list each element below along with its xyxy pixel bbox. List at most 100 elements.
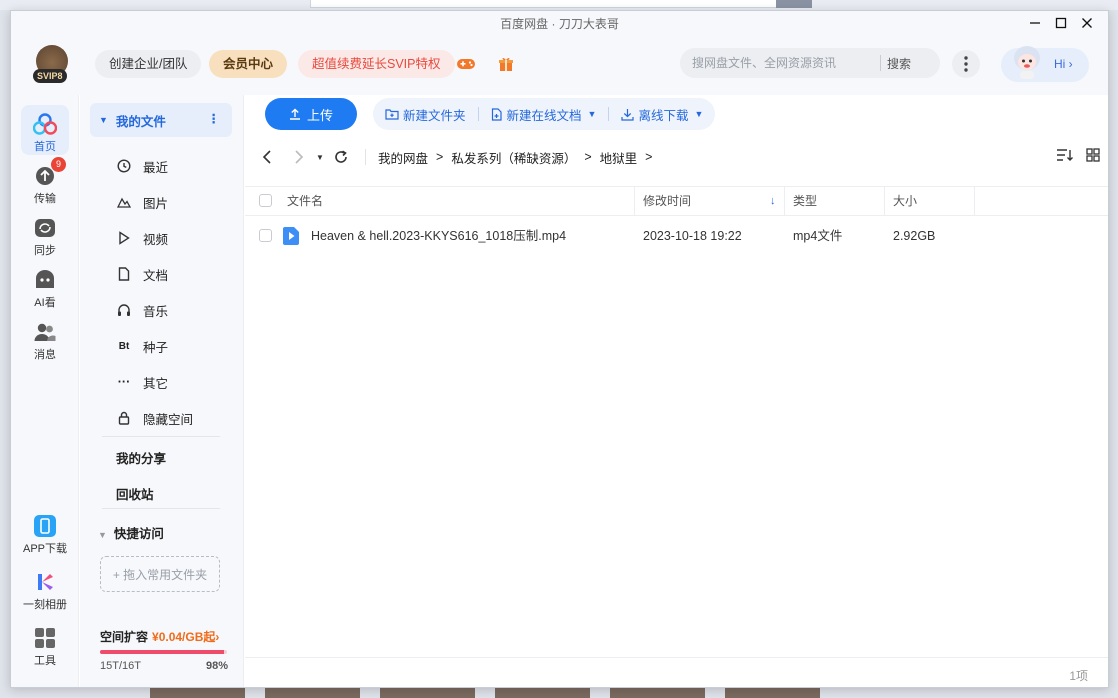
quick-access-header[interactable]: ▼ 快捷访问 bbox=[98, 523, 164, 542]
create-team-button[interactable]: 创建企业/团队 bbox=[95, 50, 202, 78]
rail-label-app-download: APP下载 bbox=[22, 543, 67, 555]
sidebar-item-my-share[interactable]: 我的分享 bbox=[116, 448, 166, 467]
toolbar-actions: 新建文件夹 新建在线文档 ▼ 离线下载 ▼ bbox=[373, 98, 716, 130]
refresh-icon bbox=[335, 150, 347, 163]
close-button[interactable] bbox=[1076, 13, 1098, 33]
avatar[interactable]: SVIP8 bbox=[31, 45, 73, 83]
sidebar-item-others[interactable]: ··· 其它 bbox=[116, 365, 168, 399]
clock-icon bbox=[116, 158, 132, 174]
column-divider bbox=[784, 187, 785, 216]
search-box: 搜索 bbox=[680, 48, 940, 78]
sidebar-item-recent[interactable]: 最近 bbox=[116, 149, 168, 183]
header-name[interactable]: 文件名 bbox=[287, 187, 323, 216]
upload-button[interactable]: 上传 bbox=[265, 98, 357, 130]
play-icon bbox=[116, 230, 132, 246]
ai-watch-icon bbox=[32, 267, 58, 293]
rail-item-ai[interactable]: AI看 bbox=[11, 267, 79, 310]
history-dropdown-button[interactable]: ▼ bbox=[313, 145, 327, 169]
maximize-button[interactable] bbox=[1050, 13, 1072, 33]
svip-promo-button[interactable]: 超值续费延长SVIP特权 bbox=[298, 50, 455, 78]
select-all-checkbox[interactable] bbox=[259, 187, 272, 216]
sidebar-item-documents[interactable]: 文档 bbox=[116, 257, 168, 291]
transfer-icon: 9 bbox=[32, 157, 66, 189]
storage-progress-bar bbox=[100, 650, 227, 654]
minimize-button[interactable] bbox=[1024, 13, 1046, 33]
my-files-more-icon[interactable]: ⋮ bbox=[208, 111, 221, 126]
storage-used: 15T/16T bbox=[100, 660, 141, 672]
new-folder-button[interactable]: 新建文件夹 bbox=[385, 105, 466, 124]
table-row[interactable]: Heaven & hell.2023-KKYS616_1018压制.mp4 20… bbox=[245, 221, 1108, 251]
column-divider bbox=[634, 187, 635, 216]
header-modified[interactable]: 修改时间 bbox=[643, 187, 691, 216]
chevron-right-icon bbox=[295, 150, 304, 164]
search-input[interactable] bbox=[680, 56, 880, 70]
breadcrumb-item-root[interactable]: 我的网盘 bbox=[378, 148, 428, 167]
sidebar-item-recycle-bin[interactable]: 回收站 bbox=[116, 484, 154, 503]
caret-down-icon: ▼ bbox=[587, 109, 597, 119]
drop-folder-zone[interactable]: + 拖入常用文件夹 bbox=[100, 556, 220, 592]
grid-view-icon[interactable] bbox=[1086, 148, 1100, 162]
sidebar-label-videos: 视频 bbox=[143, 232, 169, 247]
breadcrumb-item-current[interactable]: 地狱里 bbox=[600, 148, 638, 167]
view-controls bbox=[1056, 148, 1100, 162]
sidebar-item-hidden-space[interactable]: 隐藏空间 bbox=[116, 401, 193, 435]
rail-label-album: 一刻相册 bbox=[23, 599, 67, 611]
new-online-doc-button[interactable]: 新建在线文档 ▼ bbox=[491, 105, 597, 124]
window-title: 百度网盘 · 刀刀大表哥 bbox=[500, 16, 619, 31]
rail-label-home: 首页 bbox=[34, 141, 56, 153]
search-button[interactable]: 搜索 bbox=[881, 55, 911, 72]
mascot-icon bbox=[1014, 46, 1040, 79]
sidebar-label-music: 音乐 bbox=[143, 304, 169, 319]
offline-download-button[interactable]: 离线下载 ▼ bbox=[621, 105, 703, 124]
forward-button[interactable] bbox=[287, 145, 311, 169]
sidebar-item-torrents[interactable]: Bt 种子 bbox=[116, 329, 168, 363]
assistant-button[interactable]: Hi › bbox=[1001, 46, 1089, 82]
rail-item-tools[interactable]: 工具 bbox=[11, 625, 79, 668]
breadcrumb-item-folder[interactable]: 私发系列（稀缺资源） bbox=[451, 148, 576, 167]
gift-icon[interactable] bbox=[495, 53, 517, 75]
storage-progress-fill bbox=[100, 650, 225, 654]
grid-apps-icon bbox=[32, 625, 58, 651]
back-button[interactable] bbox=[255, 145, 279, 169]
gamepad-icon[interactable] bbox=[455, 53, 477, 75]
sidebar-item-music[interactable]: 音乐 bbox=[116, 293, 168, 327]
transfer-badge: 9 bbox=[51, 157, 66, 172]
rail-item-transfer[interactable]: 9 传输 bbox=[11, 157, 79, 206]
sidebar-label-torrents: 种子 bbox=[143, 340, 169, 355]
file-name[interactable]: Heaven & hell.2023-KKYS616_1018压制.mp4 bbox=[311, 221, 566, 251]
sidebar-item-images[interactable]: 图片 bbox=[116, 185, 168, 219]
rail-label-tools: 工具 bbox=[34, 655, 56, 667]
sort-list-icon[interactable] bbox=[1056, 148, 1074, 162]
sidebar-label-hidden-space: 隐藏空间 bbox=[143, 412, 194, 427]
rail-item-sync[interactable]: 同步 bbox=[11, 215, 79, 258]
rail-item-album[interactable]: 一刻相册 bbox=[11, 569, 79, 612]
sidebar-item-my-files[interactable]: ▼ 我的文件 ⋮ bbox=[90, 103, 232, 137]
header-size[interactable]: 大小 bbox=[893, 187, 917, 216]
sidebar-item-videos[interactable]: 视频 bbox=[116, 221, 168, 255]
app-window: 百度网盘 · 刀刀大表哥 SVIP8 创建企业/团队 会员中心 超值续费延长SV… bbox=[10, 10, 1109, 688]
breadcrumb-separator: > bbox=[645, 150, 653, 164]
storage-panel[interactable]: 空间扩容 ¥0.04/GB起› 15T/16T 98% bbox=[100, 628, 228, 672]
sidebar-label-images: 图片 bbox=[143, 196, 169, 211]
header-type[interactable]: 类型 bbox=[793, 187, 817, 216]
image-icon bbox=[116, 194, 132, 210]
refresh-button[interactable] bbox=[329, 145, 353, 169]
headphones-icon bbox=[116, 302, 132, 318]
lock-icon bbox=[116, 410, 132, 426]
more-menu-button[interactable] bbox=[952, 50, 980, 78]
sidebar-label-others: 其它 bbox=[143, 376, 169, 391]
storage-usage-row: 15T/16T 98% bbox=[100, 660, 228, 672]
rail-item-home[interactable]: 首页 bbox=[11, 105, 79, 155]
rail-label-transfer: 传输 bbox=[34, 193, 56, 205]
member-center-button[interactable]: 会员中心 bbox=[209, 50, 288, 78]
background-thumbnails bbox=[150, 688, 850, 698]
rail-item-app-download[interactable]: APP下载 bbox=[11, 513, 79, 556]
row-checkbox[interactable] bbox=[259, 221, 272, 251]
sort-desc-icon[interactable]: ↓ bbox=[770, 187, 776, 216]
collapse-triangle-icon: ▼ bbox=[99, 115, 108, 125]
rail-label-sync: 同步 bbox=[34, 245, 56, 257]
people-icon bbox=[32, 319, 58, 345]
chevron-left-icon bbox=[262, 150, 271, 164]
rail-item-messages[interactable]: 消息 bbox=[11, 319, 79, 362]
new-folder-icon bbox=[385, 109, 399, 120]
